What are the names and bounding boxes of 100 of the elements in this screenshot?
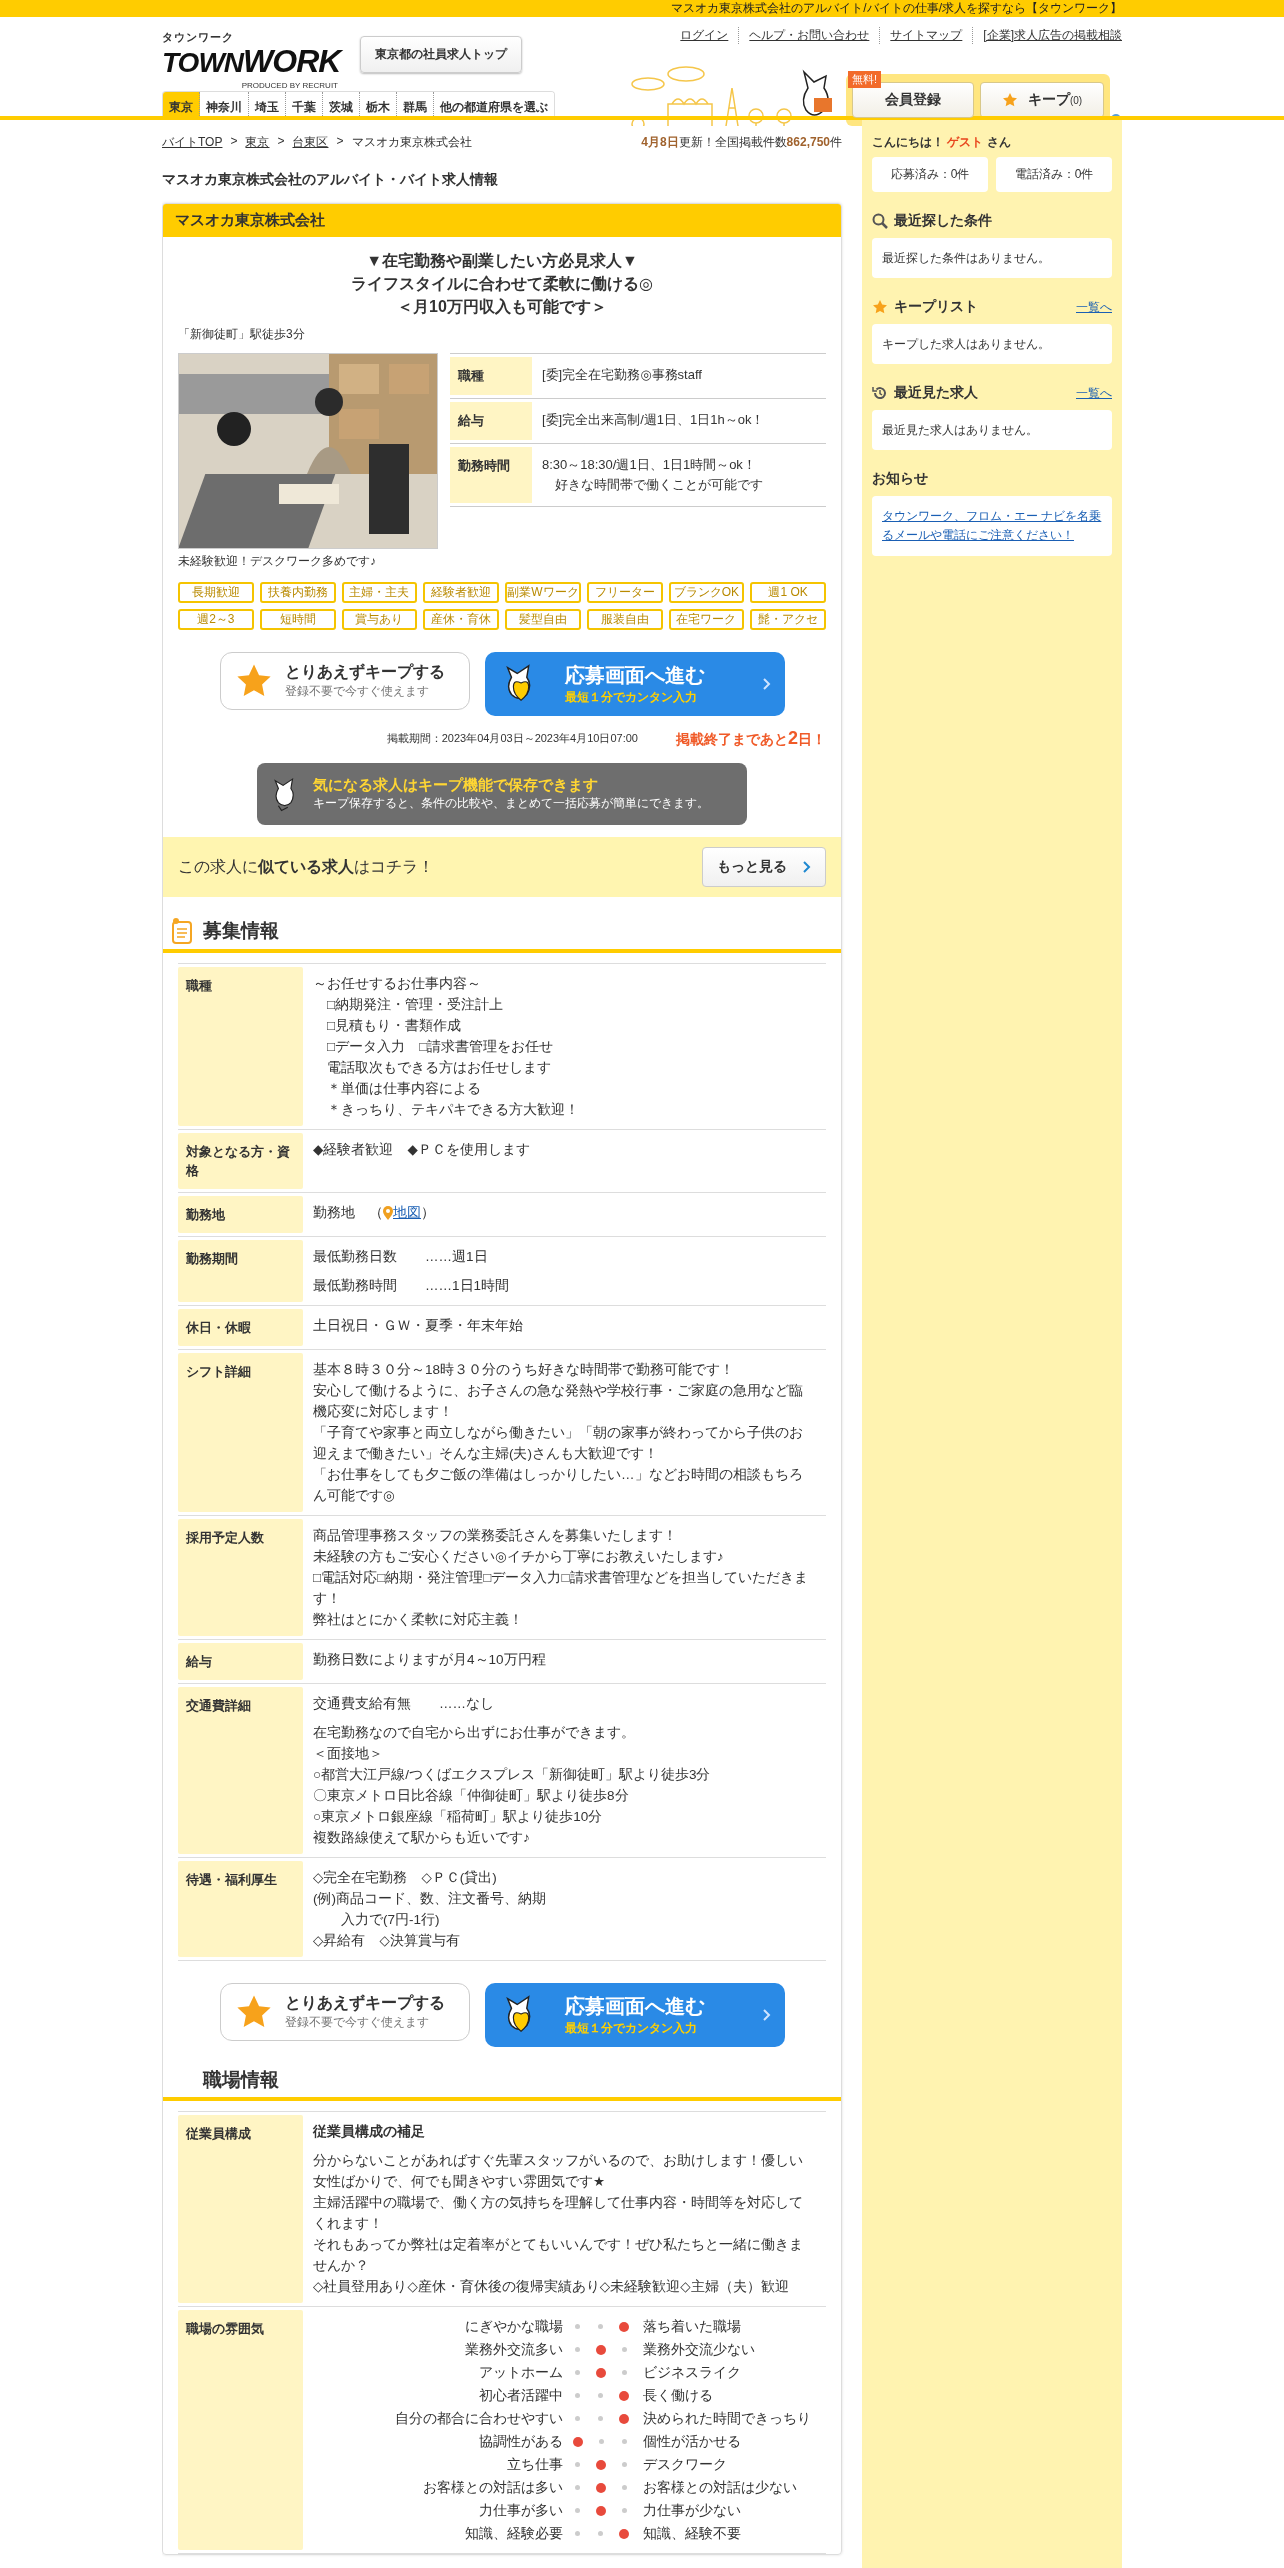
- more-button[interactable]: もっと見る: [702, 847, 826, 887]
- row-text: ～お任せするお仕事内容～: [313, 975, 482, 993]
- row-text: 交通費支給有無 ……なし: [313, 1695, 495, 1713]
- row-label: 勤務地: [178, 1196, 303, 1233]
- apply-button[interactable]: 応募画面へ進む 最短１分でカンタン入力: [484, 1983, 785, 2047]
- keep-button[interactable]: とりあえずキープする 登録不要で今すぐ使えます: [219, 1983, 470, 2041]
- row-text: 「子育てや家事と両立しながら働きたい」「朝の家事が終わってから子供のお迎えまで働きたい」そんな主婦(夫)さんも大歓迎です！: [313, 1424, 804, 1463]
- breadcrumb-link[interactable]: 台東区: [292, 134, 329, 151]
- breadcrumb-separator: >: [277, 134, 285, 150]
- scale-left-label: 力仕事が多い: [478, 2502, 564, 2520]
- header-link[interactable]: [企業]求人広告の掲載相談: [972, 27, 1122, 44]
- apply-button[interactable]: 応募画面へ進む 最短１分でカンタン入力: [484, 652, 785, 716]
- header-link[interactable]: ヘルプ・お問い合わせ: [738, 27, 880, 44]
- feature-tag: 週1 OK: [750, 582, 826, 603]
- row-text: 弊社はとにかく柔軟に対応主義！: [313, 1611, 524, 1629]
- header-link[interactable]: サイトマップ: [879, 27, 973, 44]
- summary-value: [委]完全在宅勤務◎事務staff: [542, 366, 703, 384]
- scale-right-label: 業務外交流少ない: [642, 2341, 756, 2359]
- notice-link[interactable]: タウンワーク、フロム・エー ナビを名乗るメールや電話にご注意ください！: [882, 507, 1102, 545]
- feature-tag: 短時間: [259, 609, 336, 630]
- memo-icon: [171, 917, 193, 945]
- row-text: 入力で(7円-1行): [340, 1911, 441, 1929]
- feature-tag: 産休・育休: [423, 609, 499, 630]
- row-text: ＜面接地＞: [313, 1745, 384, 1763]
- count-pill: 電話済み：0件: [996, 157, 1112, 192]
- map-pin-icon: [383, 1205, 393, 1220]
- breadcrumb-separator: >: [336, 134, 344, 150]
- row-text: 未経験の方もご安心ください◎イチから丁寧にお教えいたします♪: [313, 1548, 725, 1566]
- row-text: 最低勤務時間 ……1日1時間: [313, 1277, 511, 1295]
- company-name: マスオカ東京株式会社: [163, 204, 841, 237]
- summary-value: 好きな時間帯で働くことが可能です: [554, 476, 764, 494]
- chevron-icon: [803, 861, 811, 873]
- banner-text: キープ保存すると、条件の比較や、まとめて一括応募が簡単にできます。: [313, 795, 710, 812]
- row-text: 複数路線使えて駅からも近いです♪: [313, 1829, 531, 1847]
- row-text: □データ入力 □請求書管理をお任せ: [326, 1038, 555, 1056]
- breadcrumb-link[interactable]: 東京: [245, 134, 270, 151]
- logo-wordmark[interactable]: TOWNWORK: [162, 43, 347, 81]
- scale-right-label: お客様との対話は少ない: [642, 2479, 798, 2497]
- row-label: 休日・休暇: [178, 1309, 303, 1346]
- row-subheading: 従業員構成の補足: [313, 2123, 426, 2141]
- catch-copy: ＜月10万円収入も可能です＞: [396, 297, 608, 317]
- row-text: 勤務地 （: [313, 1204, 383, 1222]
- keep-button[interactable]: とりあえずキープする 登録不要で今すぐ使えます: [219, 652, 470, 710]
- row-text: 「お仕事をしても夕ご飯の準備はしっかりしたい…」などお時間の相談もちろん可能です◎: [313, 1466, 804, 1505]
- scale-left-label: 立ち仕事: [506, 2456, 564, 2474]
- scale-right-label: ビジネスライク: [642, 2364, 742, 2382]
- row-label: 交通費詳細: [178, 1687, 303, 1854]
- scale-right-label: 長く働ける: [642, 2387, 714, 2405]
- feature-tag: 副業Wワーク: [505, 582, 581, 603]
- scale-left-label: にぎやかな職場: [464, 2318, 564, 2336]
- row-text: □見積もり・書類作成: [326, 1017, 463, 1035]
- row-label: 勤務期間: [178, 1240, 303, 1302]
- map-link[interactable]: 地図: [393, 1202, 421, 1223]
- feature-tag: ブランクOK: [668, 582, 745, 603]
- row-text: 安心して働けるように、お子さんの急な発熱や学校行事・ご家庭の急用など臨機応変に対応します！: [313, 1382, 804, 1421]
- photo-caption: 未経験歓迎！デスクワーク多めです♪: [178, 553, 377, 570]
- tagline: マスオカ東京株式会社のアルバイト/バイトの仕事/求人を探すなら【タウンワーク】: [671, 0, 1122, 17]
- list-link[interactable]: 一覧へ: [1076, 384, 1112, 402]
- row-label: 職種: [178, 967, 303, 1126]
- section-title: 募集情報: [203, 919, 279, 943]
- row-text: ◇完全在宅勤務 ◇ＰＣ(貸出): [313, 1869, 498, 1887]
- panel-text: 最近探した条件はありません。: [882, 250, 1051, 267]
- row-label: 給与: [178, 1643, 303, 1680]
- header-link[interactable]: ログイン: [670, 27, 739, 44]
- logo-kana: タウンワーク: [162, 31, 234, 43]
- employee-top-button[interactable]: 東京都の社員求人トップ: [360, 36, 522, 73]
- feature-tag: フリーター: [586, 582, 663, 603]
- greeting: こんにちは！ ゲスト さん: [872, 134, 1012, 151]
- panel-title: お知らせ: [872, 470, 929, 488]
- prefecture-tab[interactable]: 東京: [163, 92, 200, 116]
- star-icon: [872, 299, 888, 315]
- breadcrumb-link[interactable]: バイトTOP: [162, 134, 223, 151]
- scale-right-label: 個性が活かせる: [642, 2433, 742, 2451]
- panel-title: キープリスト: [894, 298, 979, 316]
- similar-jobs-text: この求人に似ている求人はコチラ！: [178, 856, 434, 877]
- row-text: (例)商品コード、数、注文番号、納期: [313, 1890, 547, 1908]
- search-icon: [872, 213, 888, 229]
- keep-button[interactable]: キープ(0): [980, 82, 1104, 118]
- logo-credit: PRODUCED BY RECRUIT: [241, 81, 338, 91]
- scale-right-label: 力仕事が少ない: [642, 2502, 742, 2520]
- scale-right-label: 落ち着いた職場: [642, 2318, 742, 2336]
- scale-left-label: 自分の都合に合わせやすい: [394, 2410, 564, 2428]
- scale-left-label: 協調性がある: [478, 2433, 564, 2451]
- row-text: ＊きっちり、テキパキできる方大歓迎！: [326, 1101, 580, 1119]
- feature-tag: 髭・アクセ: [750, 609, 826, 630]
- feature-tag: 服装自由: [586, 609, 663, 630]
- feature-tag: 週2～3: [178, 609, 254, 630]
- row-text: 電話取次もできる方はお任せします: [326, 1059, 552, 1077]
- star-icon: [1001, 92, 1018, 108]
- list-link[interactable]: 一覧へ: [1076, 298, 1112, 316]
- row-label: 対象となる方・資格: [178, 1133, 303, 1189]
- panel-text: キープした求人はありません。: [882, 336, 1051, 353]
- scale-left-label: 初心者活躍中: [478, 2387, 564, 2405]
- deadline-notice: 掲載終了まであと2日！: [676, 728, 826, 749]
- breadcrumb-separator: >: [230, 134, 238, 150]
- feature-tag: 髪型自由: [505, 609, 581, 630]
- summary-label: 職種: [450, 357, 532, 395]
- row-text: 主婦活躍中の職場で、働く方の気持ちを理解して仕事内容・時間等を対応してくれます！: [313, 2194, 804, 2233]
- summary-value: [委]完全出来高制/週1日、1日1h～ok！: [542, 411, 766, 429]
- update-info: 4月8日更新！全国掲載件数862,750件: [641, 134, 842, 151]
